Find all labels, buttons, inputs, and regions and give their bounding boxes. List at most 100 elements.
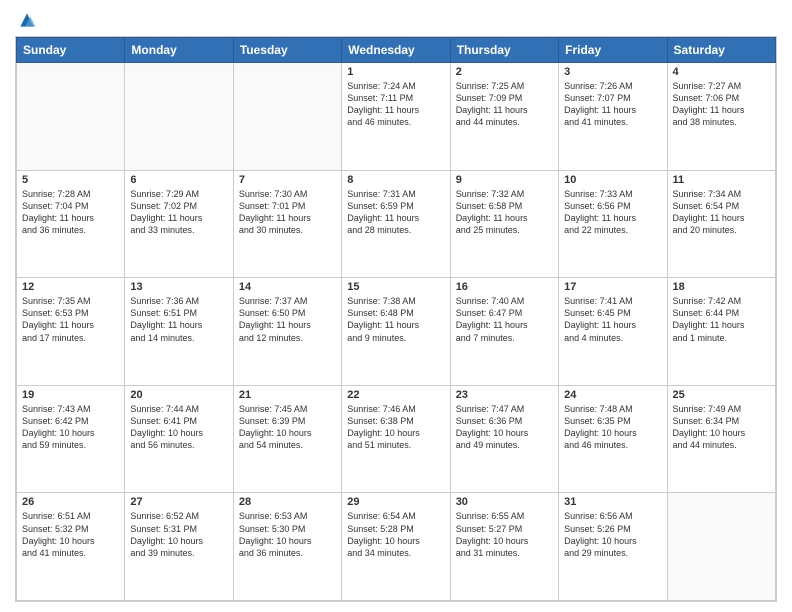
calendar-table: Sunday Monday Tuesday Wednesday Thursday…	[16, 37, 776, 601]
cal-cell-w3-d0: 19 Sunrise: 7:43 AM Sunset: 6:42 PM Dayli…	[17, 385, 125, 493]
day-info: Sunrise: 6:56 AM Sunset: 5:26 PM Dayligh…	[564, 510, 661, 559]
day-info: Sunrise: 7:33 AM Sunset: 6:56 PM Dayligh…	[564, 188, 661, 237]
week-row-2: 12 Sunrise: 7:35 AM Sunset: 6:53 PM Dayli…	[17, 278, 776, 386]
day-number: 10	[564, 174, 661, 186]
day-number: 11	[673, 174, 770, 186]
header-monday: Monday	[125, 38, 233, 63]
cal-cell-w2-d4: 16 Sunrise: 7:40 AM Sunset: 6:47 PM Dayli…	[450, 278, 558, 386]
day-number: 7	[239, 174, 336, 186]
cal-cell-w0-d0	[17, 63, 125, 171]
day-info: Sunrise: 7:43 AM Sunset: 6:42 PM Dayligh…	[22, 403, 119, 452]
header-wednesday: Wednesday	[342, 38, 450, 63]
cal-cell-w3-d2: 21 Sunrise: 7:45 AM Sunset: 6:39 PM Dayli…	[233, 385, 341, 493]
day-info: Sunrise: 7:26 AM Sunset: 7:07 PM Dayligh…	[564, 80, 661, 129]
cal-cell-w1-d2: 7 Sunrise: 7:30 AM Sunset: 7:01 PM Daylig…	[233, 170, 341, 278]
day-number: 29	[347, 496, 444, 508]
day-info: Sunrise: 7:31 AM Sunset: 6:59 PM Dayligh…	[347, 188, 444, 237]
day-info: Sunrise: 7:35 AM Sunset: 6:53 PM Dayligh…	[22, 295, 119, 344]
week-row-1: 5Sunrise: 7:28 AM Sunset: 7:04 PM Daylig…	[17, 170, 776, 278]
cal-cell-w4-d2: 28Sunrise: 6:53 AM Sunset: 5:30 PM Dayli…	[233, 493, 341, 601]
day-info: Sunrise: 6:53 AM Sunset: 5:30 PM Dayligh…	[239, 510, 336, 559]
day-info: Sunrise: 7:45 AM Sunset: 6:39 PM Dayligh…	[239, 403, 336, 452]
day-info: Sunrise: 7:47 AM Sunset: 6:36 PM Dayligh…	[456, 403, 553, 452]
day-info: Sunrise: 7:46 AM Sunset: 6:38 PM Dayligh…	[347, 403, 444, 452]
day-number: 27	[130, 496, 227, 508]
day-info: Sunrise: 7:41 AM Sunset: 6:45 PM Dayligh…	[564, 295, 661, 344]
day-number: 12	[22, 281, 119, 293]
cal-cell-w1-d0: 5Sunrise: 7:28 AM Sunset: 7:04 PM Daylig…	[17, 170, 125, 278]
cal-cell-w2-d3: 15Sunrise: 7:38 AM Sunset: 6:48 PM Dayli…	[342, 278, 450, 386]
cal-cell-w2-d1: 13 Sunrise: 7:36 AM Sunset: 6:51 PM Dayli…	[125, 278, 233, 386]
day-number: 14	[239, 281, 336, 293]
day-number: 18	[673, 281, 770, 293]
cal-cell-w0-d4: 2Sunrise: 7:25 AM Sunset: 7:09 PM Daylig…	[450, 63, 558, 171]
cal-cell-w0-d6: 4 Sunrise: 7:27 AM Sunset: 7:06 PM Daylig…	[667, 63, 775, 171]
day-info: Sunrise: 7:44 AM Sunset: 6:41 PM Dayligh…	[130, 403, 227, 452]
day-info: Sunrise: 7:30 AM Sunset: 7:01 PM Dayligh…	[239, 188, 336, 237]
header	[15, 10, 777, 30]
cal-cell-w1-d1: 6Sunrise: 7:29 AM Sunset: 7:02 PM Daylig…	[125, 170, 233, 278]
cal-cell-w2-d5: 17 Sunrise: 7:41 AM Sunset: 6:45 PM Dayli…	[559, 278, 667, 386]
day-number: 20	[130, 389, 227, 401]
day-number: 31	[564, 496, 661, 508]
cal-cell-w3-d3: 22Sunrise: 7:46 AM Sunset: 6:38 PM Dayli…	[342, 385, 450, 493]
day-info: Sunrise: 6:51 AM Sunset: 5:32 PM Dayligh…	[22, 510, 119, 559]
cal-cell-w3-d6: 25Sunrise: 7:49 AM Sunset: 6:34 PM Dayli…	[667, 385, 775, 493]
cal-cell-w4-d1: 27Sunrise: 6:52 AM Sunset: 5:31 PM Dayli…	[125, 493, 233, 601]
cal-cell-w4-d0: 26 Sunrise: 6:51 AM Sunset: 5:32 PM Dayli…	[17, 493, 125, 601]
day-number: 8	[347, 174, 444, 186]
day-info: Sunrise: 7:28 AM Sunset: 7:04 PM Dayligh…	[22, 188, 119, 237]
cal-cell-w0-d5: 3 Sunrise: 7:26 AM Sunset: 7:07 PM Daylig…	[559, 63, 667, 171]
day-info: Sunrise: 7:42 AM Sunset: 6:44 PM Dayligh…	[673, 295, 770, 344]
cal-cell-w1-d4: 9 Sunrise: 7:32 AM Sunset: 6:58 PM Daylig…	[450, 170, 558, 278]
day-number: 21	[239, 389, 336, 401]
cal-cell-w4-d6	[667, 493, 775, 601]
day-info: Sunrise: 7:36 AM Sunset: 6:51 PM Dayligh…	[130, 295, 227, 344]
day-number: 30	[456, 496, 553, 508]
day-info: Sunrise: 7:34 AM Sunset: 6:54 PM Dayligh…	[673, 188, 770, 237]
day-number: 3	[564, 66, 661, 78]
header-sunday: Sunday	[17, 38, 125, 63]
week-row-4: 26 Sunrise: 6:51 AM Sunset: 5:32 PM Dayli…	[17, 493, 776, 601]
day-number: 9	[456, 174, 553, 186]
cal-cell-w0-d2	[233, 63, 341, 171]
cal-cell-w2-d6: 18 Sunrise: 7:42 AM Sunset: 6:44 PM Dayli…	[667, 278, 775, 386]
cal-cell-w4-d4: 30Sunrise: 6:55 AM Sunset: 5:27 PM Dayli…	[450, 493, 558, 601]
cal-cell-w4-d3: 29 Sunrise: 6:54 AM Sunset: 5:28 PM Dayli…	[342, 493, 450, 601]
day-number: 24	[564, 389, 661, 401]
cal-cell-w3-d5: 24Sunrise: 7:48 AM Sunset: 6:35 PM Dayli…	[559, 385, 667, 493]
cal-cell-w3-d4: 23Sunrise: 7:47 AM Sunset: 6:36 PM Dayli…	[450, 385, 558, 493]
day-info: Sunrise: 7:37 AM Sunset: 6:50 PM Dayligh…	[239, 295, 336, 344]
header-friday: Friday	[559, 38, 667, 63]
calendar: Sunday Monday Tuesday Wednesday Thursday…	[15, 36, 777, 602]
cal-cell-w4-d5: 31 Sunrise: 6:56 AM Sunset: 5:26 PM Dayli…	[559, 493, 667, 601]
day-info: Sunrise: 7:32 AM Sunset: 6:58 PM Dayligh…	[456, 188, 553, 237]
cal-cell-w0-d1	[125, 63, 233, 171]
day-info: Sunrise: 7:29 AM Sunset: 7:02 PM Dayligh…	[130, 188, 227, 237]
day-number: 1	[347, 66, 444, 78]
day-info: Sunrise: 7:40 AM Sunset: 6:47 PM Dayligh…	[456, 295, 553, 344]
day-number: 26	[22, 496, 119, 508]
day-info: Sunrise: 7:24 AM Sunset: 7:11 PM Dayligh…	[347, 80, 444, 129]
day-info: Sunrise: 7:27 AM Sunset: 7:06 PM Dayligh…	[673, 80, 770, 129]
page: Sunday Monday Tuesday Wednesday Thursday…	[0, 0, 792, 612]
cal-cell-w2-d2: 14 Sunrise: 7:37 AM Sunset: 6:50 PM Dayli…	[233, 278, 341, 386]
header-thursday: Thursday	[450, 38, 558, 63]
cal-cell-w3-d1: 20 Sunrise: 7:44 AM Sunset: 6:41 PM Dayli…	[125, 385, 233, 493]
header-tuesday: Tuesday	[233, 38, 341, 63]
day-number: 4	[673, 66, 770, 78]
day-number: 13	[130, 281, 227, 293]
day-number: 19	[22, 389, 119, 401]
cal-cell-w2-d0: 12 Sunrise: 7:35 AM Sunset: 6:53 PM Dayli…	[17, 278, 125, 386]
logo	[15, 10, 37, 30]
logo-icon	[17, 10, 37, 30]
header-saturday: Saturday	[667, 38, 775, 63]
week-row-0: 1 Sunrise: 7:24 AM Sunset: 7:11 PM Daylig…	[17, 63, 776, 171]
day-number: 15	[347, 281, 444, 293]
day-number: 16	[456, 281, 553, 293]
day-number: 17	[564, 281, 661, 293]
cal-cell-w0-d3: 1 Sunrise: 7:24 AM Sunset: 7:11 PM Daylig…	[342, 63, 450, 171]
week-row-3: 19 Sunrise: 7:43 AM Sunset: 6:42 PM Dayli…	[17, 385, 776, 493]
day-info: Sunrise: 6:54 AM Sunset: 5:28 PM Dayligh…	[347, 510, 444, 559]
day-info: Sunrise: 7:49 AM Sunset: 6:34 PM Dayligh…	[673, 403, 770, 452]
